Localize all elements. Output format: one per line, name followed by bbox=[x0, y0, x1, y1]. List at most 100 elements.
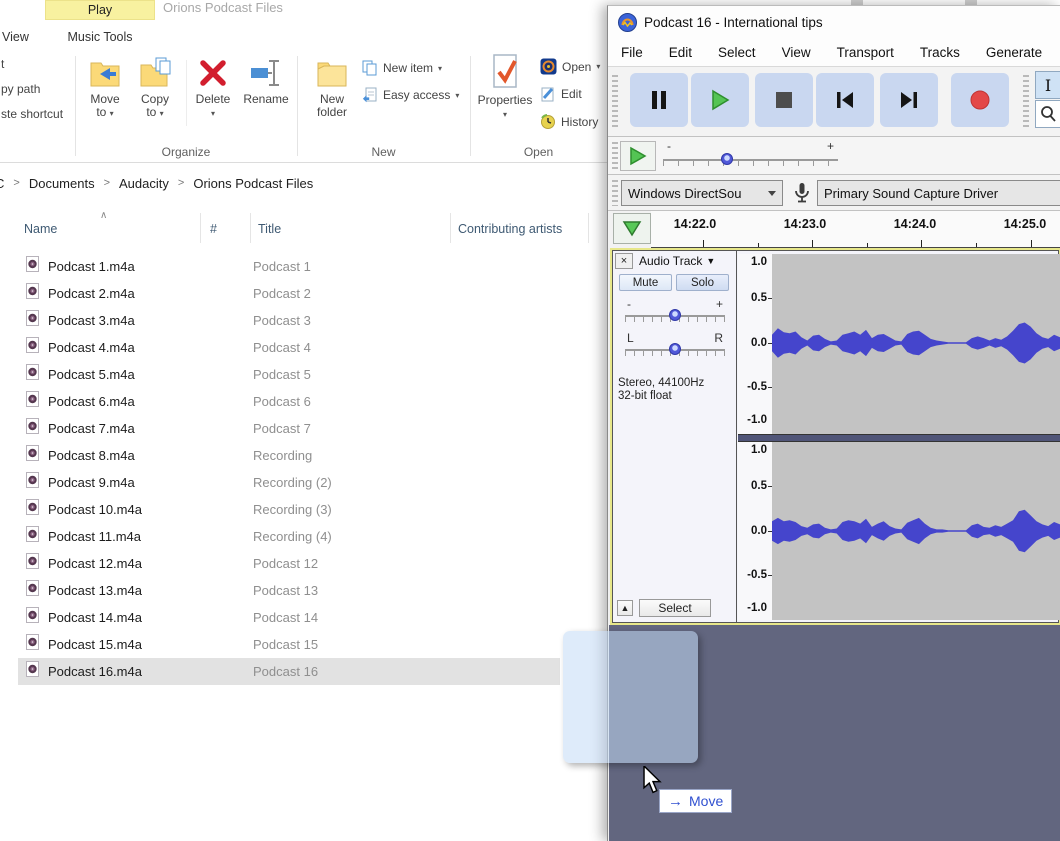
playback-volume-slider[interactable]: - + bbox=[663, 141, 838, 171]
solo-button[interactable]: Solo bbox=[676, 274, 729, 291]
channel-left[interactable]: 1.00.50.0-0.5-1.0 bbox=[738, 254, 1060, 434]
rename-button[interactable]: Rename bbox=[238, 56, 294, 106]
menu-item-effect[interactable]: Effect bbox=[1055, 41, 1060, 64]
caret-down-icon: ▾ bbox=[438, 64, 442, 73]
clipboard-fragment-3[interactable]: ste shortcut bbox=[1, 107, 63, 121]
breadcrumb[interactable]: C>Documents>Audacity>Orions Podcast File… bbox=[0, 163, 607, 203]
column-header-name[interactable]: Name bbox=[24, 222, 57, 236]
timeline-tick bbox=[812, 240, 813, 247]
mute-button[interactable]: Mute bbox=[619, 274, 672, 291]
play-button[interactable] bbox=[691, 73, 749, 127]
menu-item-select[interactable]: Select bbox=[705, 41, 769, 64]
audio-host-dropdown[interactable]: Windows DirectSou bbox=[621, 180, 783, 206]
tab-play[interactable]: Play bbox=[45, 0, 155, 20]
meter-play-icon bbox=[628, 146, 648, 166]
caret-down-icon: ▾ bbox=[211, 109, 215, 118]
file-name: Podcast 2.m4a bbox=[48, 286, 253, 301]
vertical-ruler: 1.00.50.0-0.5-1.0 bbox=[738, 254, 772, 434]
column-header-artists[interactable]: Contributing artists bbox=[458, 222, 562, 236]
menu-item-file[interactable]: File bbox=[608, 41, 656, 64]
menu-item-edit[interactable]: Edit bbox=[656, 41, 705, 64]
file-row[interactable]: Podcast 1.m4aPodcast 1 bbox=[0, 253, 607, 280]
menu-item-view[interactable]: View bbox=[769, 41, 824, 64]
breadcrumb-item[interactable]: Audacity bbox=[119, 176, 169, 191]
toolbar-grip[interactable] bbox=[612, 180, 618, 206]
selection-tool-button[interactable]: I bbox=[1035, 71, 1060, 99]
clipboard-fragment-2[interactable]: py path bbox=[1, 82, 40, 96]
waveform-area[interactable] bbox=[772, 442, 1060, 620]
properties-button[interactable]: Properties▾ bbox=[475, 53, 535, 121]
slider-thumb[interactable] bbox=[669, 343, 681, 355]
meter-play-button[interactable] bbox=[620, 141, 656, 171]
new-item-button[interactable]: New item▾ bbox=[362, 60, 442, 76]
new-folder-button[interactable]: Newfolder bbox=[302, 56, 362, 119]
file-row[interactable]: Podcast 7.m4aPodcast 7 bbox=[0, 415, 607, 442]
column-header-number[interactable]: # bbox=[210, 222, 217, 236]
toolbar-grip[interactable] bbox=[1023, 75, 1029, 127]
file-title: Podcast 14 bbox=[253, 610, 318, 625]
collapse-track-button[interactable]: ▲ bbox=[617, 600, 633, 616]
toolbar-grip[interactable] bbox=[612, 142, 618, 170]
file-list: Podcast 1.m4aPodcast 1Podcast 2.m4aPodca… bbox=[0, 253, 607, 685]
audacity-titlebar[interactable]: Podcast 16 - International tips bbox=[608, 6, 1060, 39]
record-button[interactable] bbox=[951, 73, 1009, 127]
close-track-icon[interactable]: × bbox=[615, 253, 633, 269]
file-row[interactable]: Podcast 11.m4aRecording (4) bbox=[0, 523, 607, 550]
track-control-panel[interactable]: × Audio Track ▼ Mute Solo - + L bbox=[613, 251, 737, 622]
file-row[interactable]: Podcast 15.m4aPodcast 15 bbox=[0, 631, 607, 658]
stop-button[interactable] bbox=[755, 73, 813, 127]
breadcrumb-item[interactable]: Orions Podcast Files bbox=[193, 176, 313, 191]
column-header-title[interactable]: Title bbox=[258, 222, 281, 236]
channel-right[interactable]: 1.00.50.0-0.5-1.0 bbox=[738, 442, 1060, 620]
tab-music-tools[interactable]: Music Tools bbox=[48, 30, 152, 44]
zoom-tool-button[interactable] bbox=[1035, 100, 1060, 128]
timeline-tick bbox=[976, 243, 977, 247]
slider-thumb[interactable] bbox=[721, 153, 733, 165]
file-row[interactable]: Podcast 8.m4aRecording bbox=[0, 442, 607, 469]
file-row[interactable]: Podcast 4.m4aPodcast 4 bbox=[0, 334, 607, 361]
magnifier-icon bbox=[1039, 105, 1057, 123]
file-row[interactable]: Podcast 6.m4aPodcast 6 bbox=[0, 388, 607, 415]
file-row[interactable]: Podcast 5.m4aPodcast 5 bbox=[0, 361, 607, 388]
file-row[interactable]: Podcast 12.m4aPodcast 12 bbox=[0, 550, 607, 577]
file-row[interactable]: Podcast 14.m4aPodcast 14 bbox=[0, 604, 607, 631]
slider-thumb[interactable] bbox=[669, 309, 681, 321]
timeline-ruler[interactable]: 14:22.014:23.014:24.014:25.0 bbox=[651, 211, 1060, 248]
edit-button[interactable]: Edit bbox=[540, 86, 582, 102]
delete-button[interactable]: Delete▾ bbox=[186, 56, 240, 120]
select-track-button[interactable]: Select bbox=[639, 599, 711, 617]
history-button[interactable]: History bbox=[540, 114, 598, 130]
breadcrumb-item[interactable]: Documents bbox=[29, 176, 95, 191]
menu-item-transport[interactable]: Transport bbox=[824, 41, 907, 64]
skip-to-end-button[interactable] bbox=[880, 73, 938, 127]
pan-slider[interactable]: L R bbox=[625, 333, 725, 359]
menu-item-tracks[interactable]: Tracks bbox=[907, 41, 973, 64]
timeline-options-button[interactable] bbox=[613, 213, 651, 244]
recording-device-dropdown[interactable]: Primary Sound Capture Driver bbox=[817, 180, 1060, 206]
ibeam-icon: I bbox=[1045, 76, 1051, 95]
group-label-open: Open bbox=[470, 145, 607, 159]
toolbar-grip[interactable] bbox=[612, 75, 618, 127]
skip-to-start-button[interactable] bbox=[816, 73, 874, 127]
menu-item-generate[interactable]: Generate bbox=[973, 41, 1055, 64]
file-row[interactable]: Podcast 13.m4aPodcast 13 bbox=[0, 577, 607, 604]
easy-access-button[interactable]: Easy access▾ bbox=[362, 87, 459, 103]
pause-button[interactable] bbox=[630, 73, 688, 127]
waveform-area[interactable] bbox=[772, 254, 1060, 434]
file-row[interactable]: Podcast 2.m4aPodcast 2 bbox=[0, 280, 607, 307]
track-name[interactable]: Audio Track bbox=[639, 254, 702, 268]
audio-file-icon bbox=[26, 337, 39, 358]
file-row[interactable]: Podcast 10.m4aRecording (3) bbox=[0, 496, 607, 523]
audio-file-icon bbox=[26, 580, 39, 601]
file-name: Podcast 7.m4a bbox=[48, 421, 253, 436]
copy-to-button[interactable]: Copyto ▾ bbox=[125, 56, 185, 120]
tab-view[interactable]: View bbox=[2, 30, 29, 44]
open-button[interactable]: Open▾ bbox=[540, 58, 600, 75]
file-row[interactable]: Podcast 16.m4aPodcast 16 bbox=[0, 658, 607, 685]
gain-slider[interactable]: - + bbox=[625, 299, 725, 325]
file-row[interactable]: Podcast 3.m4aPodcast 3 bbox=[0, 307, 607, 334]
track-menu-caret-icon[interactable]: ▼ bbox=[706, 256, 715, 266]
file-row[interactable]: Podcast 9.m4aRecording (2) bbox=[0, 469, 607, 496]
file-title: Podcast 16 bbox=[253, 664, 318, 679]
file-name: Podcast 16.m4a bbox=[48, 664, 253, 679]
